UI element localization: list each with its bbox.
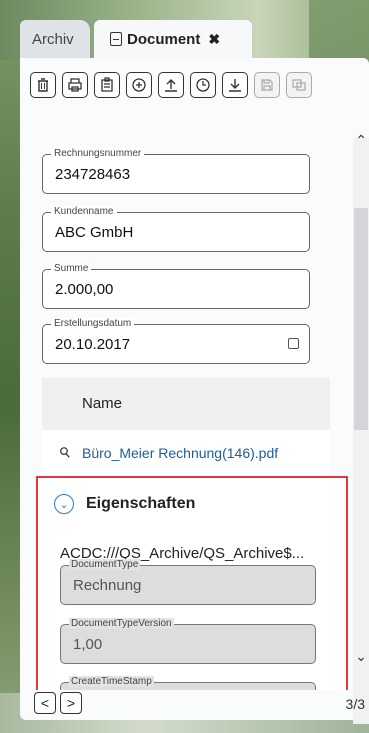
history-button[interactable] bbox=[190, 72, 216, 98]
properties-title: Eigenschaften bbox=[86, 495, 196, 512]
column-header-name: Name bbox=[82, 395, 123, 412]
field-value: 20.10.2017 bbox=[55, 336, 131, 353]
field-label: DocumentType bbox=[69, 559, 141, 570]
upload-button[interactable] bbox=[158, 72, 184, 98]
field-value: 234728463 bbox=[55, 166, 131, 183]
close-icon[interactable]: ✖ bbox=[208, 31, 220, 48]
vertical-scrollbar[interactable]: ⌃ ⌄ bbox=[353, 132, 369, 724]
add-button[interactable] bbox=[126, 72, 152, 98]
form-content: Rechnungsnummer 234728463 Kundenname ABC… bbox=[20, 142, 353, 690]
field-value: Rechnung bbox=[73, 577, 142, 594]
print-icon bbox=[68, 78, 82, 92]
print-button[interactable] bbox=[62, 72, 88, 98]
attachment-list-header: Name bbox=[42, 378, 330, 430]
scrollbar-thumb[interactable] bbox=[354, 208, 368, 430]
download-button[interactable] bbox=[222, 72, 248, 98]
document-window: Archiv Document ✖ Rechnungsnummer 234728… bbox=[20, 14, 369, 724]
delete-icon bbox=[38, 78, 48, 92]
upload-icon bbox=[165, 79, 177, 92]
sum-field[interactable]: Summe 2.000,00 bbox=[42, 263, 310, 309]
clipboard-icon bbox=[101, 77, 113, 92]
invoice-number-field[interactable]: Rechnungsnummer 234728463 bbox=[42, 148, 310, 194]
next-button[interactable]: > bbox=[60, 692, 82, 714]
copy-icon bbox=[292, 79, 306, 91]
field-label: CreateTimeStamp bbox=[69, 676, 154, 687]
tab-archiv-label: Archiv bbox=[32, 30, 74, 48]
delete-button[interactable] bbox=[30, 72, 56, 98]
save-button[interactable] bbox=[254, 72, 280, 98]
properties-section: ⌄ Eigenschaften ACDC:///QS_Archive/QS_Ar… bbox=[36, 476, 348, 690]
previous-button[interactable]: < bbox=[34, 692, 56, 714]
document-type-field: DocumentType Rechnung bbox=[60, 559, 316, 605]
save-icon bbox=[261, 79, 273, 91]
chevron-right-icon: > bbox=[66, 695, 76, 711]
scroll-up-icon[interactable]: ⌃ bbox=[355, 132, 367, 149]
clipboard-button[interactable] bbox=[94, 72, 120, 98]
download-icon bbox=[229, 79, 241, 92]
footer: < > 3/3 bbox=[20, 690, 369, 720]
customer-name-field[interactable]: Kundenname ABC GmbH bbox=[42, 206, 310, 252]
properties-header[interactable]: ⌄ Eigenschaften bbox=[54, 494, 195, 514]
toolbar bbox=[30, 72, 312, 102]
attachment-link[interactable]: Büro_Meier Rechnung(146).pdf bbox=[82, 445, 278, 461]
field-label: Erstellungsdatum bbox=[51, 318, 135, 329]
scroll-down-icon[interactable]: ⌄ bbox=[355, 648, 367, 665]
page-indicator: 3/3 bbox=[345, 696, 365, 712]
create-timestamp-field: CreateTimeStamp bbox=[60, 676, 316, 690]
history-icon bbox=[196, 78, 210, 92]
document-type-version-field: DocumentTypeVersion 1,00 bbox=[60, 618, 316, 664]
field-value: ABC GmbH bbox=[55, 224, 134, 241]
paperclip-icon: ⚲ bbox=[55, 442, 74, 462]
add-icon bbox=[132, 78, 146, 92]
attachment-item[interactable]: ⚲ Büro_Meier Rechnung(146).pdf bbox=[42, 430, 330, 476]
creation-date-field[interactable]: Erstellungsdatum 20.10.2017 bbox=[42, 318, 310, 364]
document-icon bbox=[110, 32, 122, 46]
field-value: 1,00 bbox=[73, 636, 103, 653]
document-panel: Rechnungsnummer 234728463 Kundenname ABC… bbox=[20, 58, 369, 724]
chevron-left-icon: < bbox=[40, 695, 50, 711]
chevron-down-icon[interactable]: ⌄ bbox=[54, 494, 74, 514]
field-label: Rechnungsnummer bbox=[51, 148, 145, 159]
tab-archiv[interactable]: Archiv bbox=[20, 20, 90, 58]
calendar-icon[interactable] bbox=[288, 338, 299, 349]
field-value: 2.000,00 bbox=[55, 281, 114, 298]
field-label: Kundenname bbox=[51, 206, 117, 217]
copy-button[interactable] bbox=[286, 72, 312, 98]
tab-document[interactable]: Document ✖ bbox=[94, 20, 252, 58]
field-label: Summe bbox=[51, 263, 92, 274]
tab-document-label: Document bbox=[127, 30, 201, 48]
tab-bar: Archiv Document ✖ bbox=[20, 14, 369, 58]
field-label: DocumentTypeVersion bbox=[69, 618, 174, 629]
